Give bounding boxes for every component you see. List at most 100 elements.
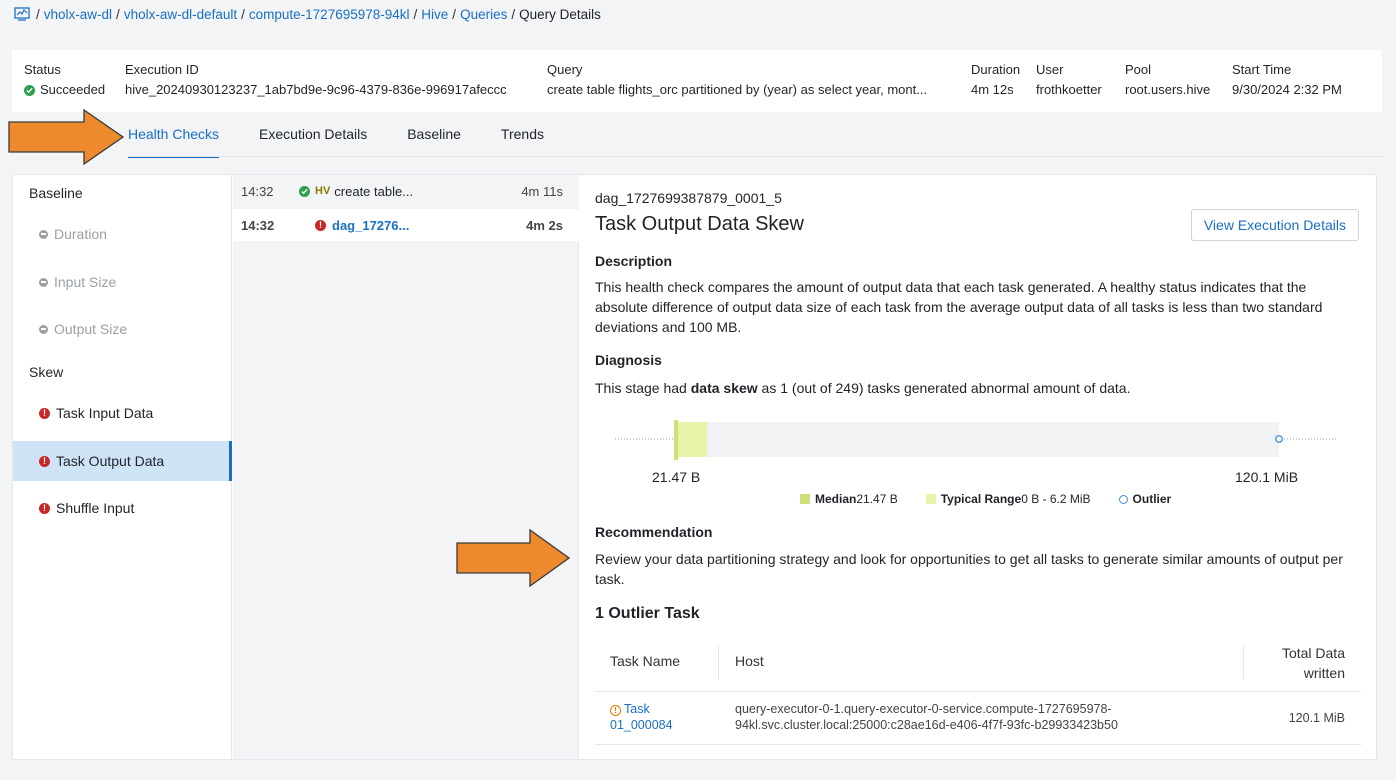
tab-bar: Health Checks Execution Details Baseline…: [128, 120, 584, 158]
legend-range-value: 0 B - 6.2 MiB: [1021, 492, 1091, 506]
annotation-arrow-icon: [456, 528, 570, 588]
chart-monitor-icon[interactable]: [14, 7, 30, 21]
user-value: frothkoetter: [1036, 82, 1102, 97]
start-time-value: 9/30/2024 2:32 PM: [1232, 82, 1342, 97]
user-label: User: [1036, 62, 1064, 77]
nav-item-output-size[interactable]: Output Size: [13, 309, 232, 349]
host-cell: query-executor-0-1.query-executor-0-serv…: [735, 702, 1118, 732]
column-header-task-name[interactable]: Task Name: [610, 653, 680, 669]
recommendation-heading: Recommendation: [595, 524, 713, 540]
error-icon: !: [39, 455, 50, 467]
user-field: User frothkoetter: [1036, 62, 1102, 99]
breadcrumb-item[interactable]: compute-1727695978-94kl: [249, 7, 410, 22]
legend-outlier-label: Outlier: [1132, 492, 1172, 506]
range-swatch: [925, 494, 936, 504]
health-check-detail: dag_1727699387879_0001_5 Task Output Dat…: [595, 175, 1365, 759]
description-text: This health check compares the amount of…: [595, 279, 1323, 335]
pool-label: Pool: [1125, 62, 1152, 77]
legend-median: Median 21.47 B: [800, 492, 898, 506]
breadcrumb-item[interactable]: vholx-aw-dl-default: [124, 7, 237, 22]
total-data-cell: 120.1 MiB: [1288, 711, 1345, 725]
duration-field: Duration 4m 12s: [971, 62, 1020, 99]
diagnosis-heading: Diagnosis: [595, 352, 662, 368]
nav-item-label: Output Size: [54, 321, 128, 337]
tree-row-dag[interactable]: 14:32 ! dag_17276... 4m 2s: [233, 209, 579, 241]
error-icon: !: [39, 407, 50, 419]
error-icon: !: [39, 502, 50, 514]
row-duration: 4m 11s: [521, 183, 563, 199]
breadcrumb-item[interactable]: Queries: [460, 7, 507, 22]
view-execution-details-button[interactable]: View Execution Details: [1190, 209, 1359, 241]
breadcrumb: / vholx-aw-dl / vholx-aw-dl-default / co…: [14, 4, 601, 24]
diagnosis-post: as 1 (out of 249) tasks generated abnorm…: [757, 380, 1131, 396]
neutral-icon: [39, 277, 48, 287]
status-label: Status: [24, 62, 61, 77]
breadcrumb-item[interactable]: vholx-aw-dl: [44, 7, 112, 22]
recommendation-text: Review your data partitioning strategy a…: [595, 551, 1343, 587]
diagnosis-text: This stage had data skew as 1 (out of 24…: [595, 378, 1345, 398]
nav-item-label: Task Output Data: [56, 453, 165, 469]
max-value-label: 120.1 MiB: [1235, 469, 1299, 485]
tab-baseline[interactable]: Baseline: [407, 120, 461, 158]
duration-value: 4m 12s: [971, 82, 1014, 97]
tree-row-query[interactable]: 14:32 HV create table... 4m 11s: [233, 175, 579, 207]
error-icon: !: [315, 219, 326, 231]
chart-legend: Median 21.47 B Typical Range 0 B - 6.2 MiB…: [800, 492, 1199, 506]
column-header-host[interactable]: Host: [735, 653, 764, 669]
breadcrumb-current: Query Details: [519, 6, 601, 22]
typical-range-box: [677, 422, 707, 457]
nav-item-label: Shuffle Input: [56, 500, 135, 516]
row-label: dag_17276...: [332, 217, 410, 233]
tab-execution-details[interactable]: Execution Details: [259, 120, 367, 158]
tab-divider: [128, 156, 1382, 157]
row-time: 14:32: [241, 183, 274, 199]
bar-background: [677, 422, 1279, 457]
tab-trends[interactable]: Trends: [501, 120, 544, 158]
legend-range-label: Typical Range: [940, 492, 1022, 506]
nav-item-task-input-data[interactable]: ! Task Input Data: [13, 393, 232, 433]
diagnosis-bold: data skew: [690, 380, 758, 396]
breadcrumb-item[interactable]: Hive: [421, 7, 448, 22]
table-row: ! Task 01_000084 query-executor-0-1.query…: [595, 691, 1361, 745]
nav-item-label: Duration: [54, 226, 107, 242]
execution-id-field: Execution ID hive_20240930123237_1ab7bd9…: [125, 62, 507, 99]
query-summary: Status Succeeded Execution ID hive_20240…: [12, 50, 1382, 112]
execution-tree: 14:32 HV create table... 4m 11s 14:32 ! …: [233, 175, 579, 759]
query-value: create table flights_orc partitioned by …: [547, 82, 928, 97]
execution-id-label: Execution ID: [125, 62, 199, 77]
row-time: 14:32: [241, 217, 275, 233]
status-value: Succeeded: [40, 82, 106, 97]
diagnosis-pre: This stage had: [595, 380, 691, 396]
pool-field: Pool root.users.hive: [1125, 62, 1210, 99]
column-header-total-data[interactable]: Total Data written: [1267, 643, 1345, 683]
page-title: Task Output Data Skew: [595, 213, 804, 235]
row-duration: 4m 2s: [526, 217, 563, 233]
success-check-icon: [24, 84, 35, 96]
status-field: Status Succeeded: [24, 62, 105, 99]
median-line: [674, 418, 678, 460]
nav-item-task-output-data[interactable]: ! Task Output Data: [13, 441, 232, 481]
success-check-icon: [299, 185, 310, 197]
nav-item-input-size[interactable]: Input Size: [13, 262, 232, 302]
min-value-label: 21.47 B: [652, 469, 701, 485]
neutral-icon: [39, 229, 48, 239]
outlier-swatch: [1118, 494, 1128, 504]
query-label: Query: [547, 62, 583, 77]
description-heading: Description: [595, 253, 673, 269]
nav-item-shuffle-input[interactable]: ! Shuffle Input: [13, 488, 232, 528]
neutral-icon: [39, 324, 48, 334]
execution-id-value: hive_20240930123237_1ab7bd9e-9c96-4379-8…: [125, 82, 507, 97]
query-field: Query create table flights_orc partition…: [547, 62, 927, 99]
main-panel: Baseline Duration Input Size Output Size…: [12, 174, 1377, 760]
outlier-heading: 1 Outlier Task: [595, 605, 700, 622]
task-name-cell[interactable]: ! Task 01_000084: [610, 701, 700, 733]
health-check-nav: Baseline Duration Input Size Output Size…: [13, 175, 232, 759]
annotation-arrow-icon: [8, 108, 124, 166]
warning-icon: !: [610, 705, 621, 716]
legend-median-label: Median: [815, 492, 857, 506]
legend-typical-range: Typical Range 0 B - 6.2 MiB: [925, 492, 1091, 506]
start-time-field: Start Time 9/30/2024 2:32 PM: [1232, 62, 1342, 99]
nav-item-duration[interactable]: Duration: [13, 214, 232, 254]
duration-label: Duration: [971, 62, 1021, 77]
tab-health-checks[interactable]: Health Checks: [128, 120, 220, 158]
